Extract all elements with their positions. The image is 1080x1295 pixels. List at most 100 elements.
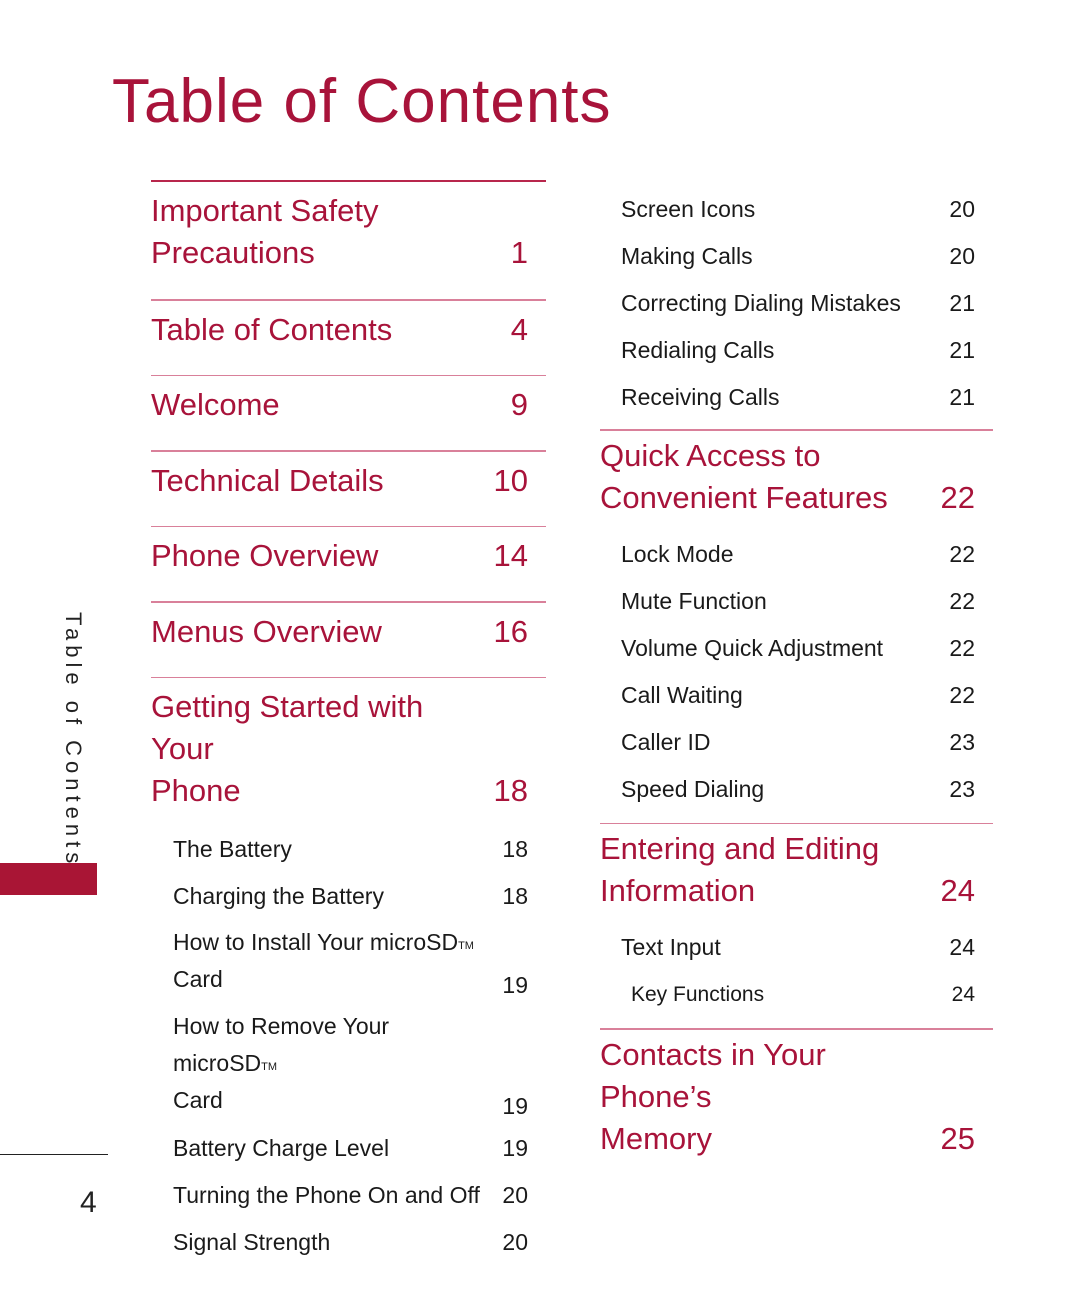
item-page: 21 [949, 290, 975, 316]
item-title-text: How to Remove Your microSD [173, 1013, 390, 1076]
toc-section-welcome[interactable]: Welcome 9 [151, 384, 546, 426]
section-page: 25 [940, 1120, 975, 1156]
toc-item[interactable]: Mute Function 22 [621, 578, 993, 625]
toc-item[interactable]: How to Install Your microSDTM Card 19 [173, 920, 546, 1004]
divider [600, 429, 993, 431]
item-title: Caller ID [621, 728, 711, 755]
item-page: 19 [502, 1135, 528, 1161]
item-page: 22 [949, 681, 975, 708]
item-title-text: How to Install Your microSD [173, 929, 459, 955]
toc-section-phone-overview[interactable]: Phone Overview 14 [151, 535, 546, 577]
item-page: 22 [949, 540, 975, 567]
section-title-line: Phone [151, 773, 241, 808]
item-title: The Battery [173, 836, 292, 862]
item-page: 19 [502, 972, 528, 998]
section-page: 14 [493, 538, 528, 573]
toc-item[interactable]: Making Calls 20 [621, 233, 993, 280]
toc-item[interactable]: Key Functions 24 [621, 971, 993, 1018]
side-tab-label: Table of Contents [61, 612, 86, 869]
item-page: 23 [949, 775, 975, 802]
item-title-line: Card [173, 1087, 223, 1113]
section-title-line: Memory [600, 1120, 712, 1156]
toc-section-contacts[interactable]: Contacts in Your Phone’s Memory 25 [600, 1034, 993, 1160]
toc-item[interactable]: Charging the Battery 18 [173, 873, 546, 920]
item-title: Receiving Calls [621, 384, 780, 410]
section-title-line: Important Safety [151, 193, 379, 228]
section-page: 16 [493, 613, 528, 649]
section-title-line: Convenient Features [600, 479, 888, 515]
section-title-line: Getting Started with Your [151, 689, 424, 766]
section-page: 9 [510, 387, 528, 422]
toc-item[interactable]: Battery Charge Level 19 [173, 1125, 546, 1172]
toc-item[interactable]: Signal Strength 20 [173, 1219, 546, 1266]
toc-section-technical-details[interactable]: Technical Details 10 [151, 460, 546, 502]
item-title: Screen Icons [621, 196, 756, 222]
toc-item[interactable]: The Battery 18 [173, 826, 546, 873]
toc-section-getting-started[interactable]: Getting Started with Your Phone 18 [151, 686, 546, 812]
item-title-line: How to Install Your microSDTM [173, 924, 546, 961]
toc-section-safety[interactable]: Important Safety Precautions 1 [151, 190, 546, 274]
section-title: Table of Contents [151, 311, 393, 347]
item-page: 19 [502, 1093, 528, 1119]
item-page: 22 [949, 634, 975, 661]
section-page: 22 [940, 479, 975, 515]
getting-started-subitems: The Battery 18 Charging the Battery 18 H… [151, 826, 546, 1266]
section-title-line: Entering and Editing [600, 831, 880, 866]
divider [151, 601, 546, 603]
toc-item[interactable]: Correcting Dialing Mistakes 21 [621, 280, 993, 327]
item-page: 20 [502, 1229, 528, 1255]
toc-item[interactable]: Caller ID 23 [621, 719, 993, 766]
toc-item[interactable]: Redialing Calls 21 [621, 327, 993, 374]
toc-section-entering-editing[interactable]: Entering and Editing Information 24 [600, 828, 993, 912]
item-page: 24 [949, 934, 975, 960]
divider [600, 1028, 993, 1030]
toc-item[interactable]: Volume Quick Adjustment 22 [621, 625, 993, 672]
toc-item[interactable]: How to Remove Your microSDTM Card 19 [173, 1004, 546, 1125]
section-title: Menus Overview [151, 613, 382, 649]
section-title-line: Information [600, 873, 756, 908]
item-page: 20 [949, 196, 975, 222]
section-title-line: Precautions [151, 235, 315, 270]
page-title: Table of Contents [112, 67, 612, 136]
item-title: Making Calls [621, 243, 753, 269]
item-page: 22 [949, 587, 975, 614]
item-title: Mute Function [621, 587, 767, 614]
item-title: Redialing Calls [621, 337, 775, 363]
toc-item[interactable]: Receiving Calls 21 [621, 374, 993, 421]
item-title: Speed Dialing [621, 775, 765, 802]
item-page: 20 [949, 243, 975, 269]
toc-item[interactable]: Text Input 24 [621, 924, 993, 971]
toc-right-column: Screen Icons 20 Making Calls 20 Correcti… [600, 186, 993, 1160]
item-title: Volume Quick Adjustment [621, 634, 884, 661]
toc-item[interactable]: Screen Icons 20 [621, 186, 993, 233]
page-number: 4 [80, 1186, 97, 1219]
toc-section-menus-overview[interactable]: Menus Overview 16 [151, 611, 546, 653]
toc-item[interactable]: Lock Mode 22 [621, 531, 993, 578]
section-page: 4 [510, 311, 528, 347]
item-title: Text Input [621, 934, 721, 960]
item-title: Call Waiting [621, 681, 743, 708]
toc-item[interactable]: Call Waiting 22 [621, 672, 993, 719]
toc-left-column: Important Safety Precautions 1 Table of … [151, 180, 546, 1266]
item-title: Battery Charge Level [173, 1135, 390, 1161]
item-title: Correcting Dialing Mistakes [621, 290, 901, 316]
section-page: 18 [493, 773, 528, 808]
toc-item[interactable]: Speed Dialing 23 [621, 766, 993, 813]
toc-section-quick-access[interactable]: Quick Access to Convenient Features 22 [600, 435, 993, 519]
entering-editing-subitems: Text Input 24 Key Functions 24 [600, 924, 993, 1018]
item-title: Charging the Battery [173, 883, 384, 909]
divider [151, 525, 546, 527]
section-page: 10 [493, 462, 528, 498]
toc-item[interactable]: Turning the Phone On and Off 20 [173, 1172, 546, 1219]
item-page: 23 [949, 728, 975, 755]
section-title: Phone Overview [151, 538, 379, 573]
section-page: 24 [940, 873, 975, 908]
toc-section-table-of-contents[interactable]: Table of Contents 4 [151, 309, 546, 351]
continued-subitems: Screen Icons 20 Making Calls 20 Correcti… [600, 186, 993, 421]
item-title: Key Functions [631, 983, 765, 1006]
item-title-line: How to Remove Your microSDTM [173, 1008, 546, 1082]
trademark-mark: TM [261, 1061, 278, 1073]
divider [151, 676, 546, 678]
item-title: Turning the Phone On and Off [173, 1182, 480, 1208]
section-title-line: Contacts in Your Phone’s [600, 1036, 826, 1114]
